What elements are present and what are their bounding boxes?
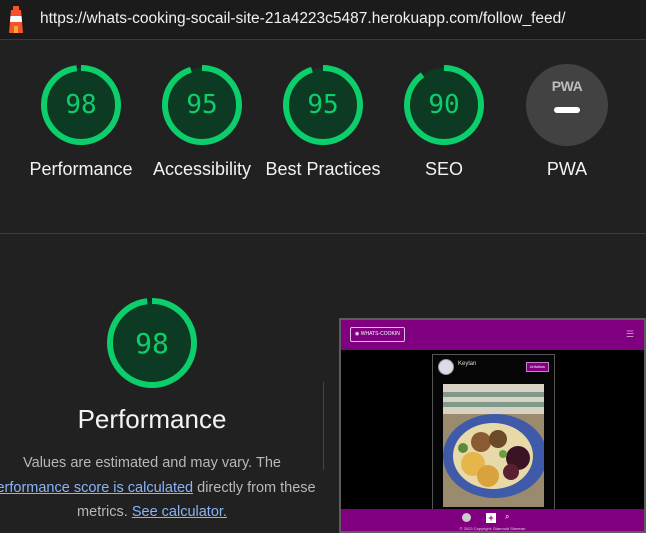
accessibility-score: 95 [186, 90, 218, 120]
unfollow-button: Unfollow [525, 362, 549, 372]
post-user-name: Keylan [458, 361, 477, 367]
hamburger-icon: ☰ [625, 329, 634, 339]
avatar [438, 359, 454, 375]
desc-line2: directly from these [193, 479, 316, 496]
pwa-dash-icon [554, 107, 580, 113]
food-photo [443, 384, 544, 507]
post-card: Keylan Unfollow [432, 354, 555, 514]
pwa-label: PWA [546, 159, 588, 179]
site-footer: + ⌕ © 2023 Copyright: Diarmuid Sheeran [341, 509, 644, 531]
see-calculator-link[interactable]: See calculator. [132, 504, 227, 520]
best-practices-score: 95 [307, 90, 339, 120]
performance-detail-gauge: 98 [106, 297, 198, 389]
best-practices-gauge[interactable]: 95 [282, 64, 364, 146]
desc-line1: Values are estimated and may vary. The [23, 455, 281, 471]
performance-gauge[interactable]: 98 [40, 64, 122, 146]
seo-label: SEO [424, 159, 463, 179]
best-practices-label: Best Practices [265, 159, 381, 179]
avatar [462, 513, 471, 522]
final-screenshot-thumbnail[interactable]: ◉ WHATS-COOKIN ☰ Keylan Unfollow + ⌕ © 2… [339, 318, 646, 533]
seo-gauge[interactable]: 90 [403, 64, 485, 146]
performance-description: Values are estimated and may vary. The p… [0, 451, 344, 525]
score-calculated-link[interactable]: performance score is calculated [0, 480, 193, 496]
site-logo: ◉ WHATS-COOKIN [350, 327, 405, 342]
url-bar: https://whats-cooking-socail-site-21a422… [0, 0, 646, 40]
desc-line3: metrics. [77, 504, 132, 520]
accessibility-label: Accessibility [152, 159, 252, 179]
pwa-badge-text: PWA [551, 78, 583, 94]
pwa-badge[interactable]: PWA [526, 64, 608, 146]
vertical-separator [323, 382, 324, 470]
add-post-icon: + [486, 513, 496, 523]
performance-heading: Performance [77, 404, 227, 434]
performance-label: Performance [29, 159, 133, 179]
page-url[interactable]: https://whats-cooking-socail-site-21a422… [40, 10, 566, 28]
site-header: ◉ WHATS-COOKIN ☰ [341, 320, 644, 350]
copyright-text: © 2023 Copyright: Diarmuid Sheeran [459, 526, 526, 531]
search-icon: ⌕ [505, 512, 510, 521]
accessibility-gauge[interactable]: 95 [161, 64, 243, 146]
performance-detail-score: 98 [135, 326, 169, 360]
seo-score: 90 [428, 90, 460, 120]
performance-score: 98 [65, 90, 97, 120]
section-divider [0, 233, 646, 234]
lighthouse-logo-icon [9, 6, 23, 33]
